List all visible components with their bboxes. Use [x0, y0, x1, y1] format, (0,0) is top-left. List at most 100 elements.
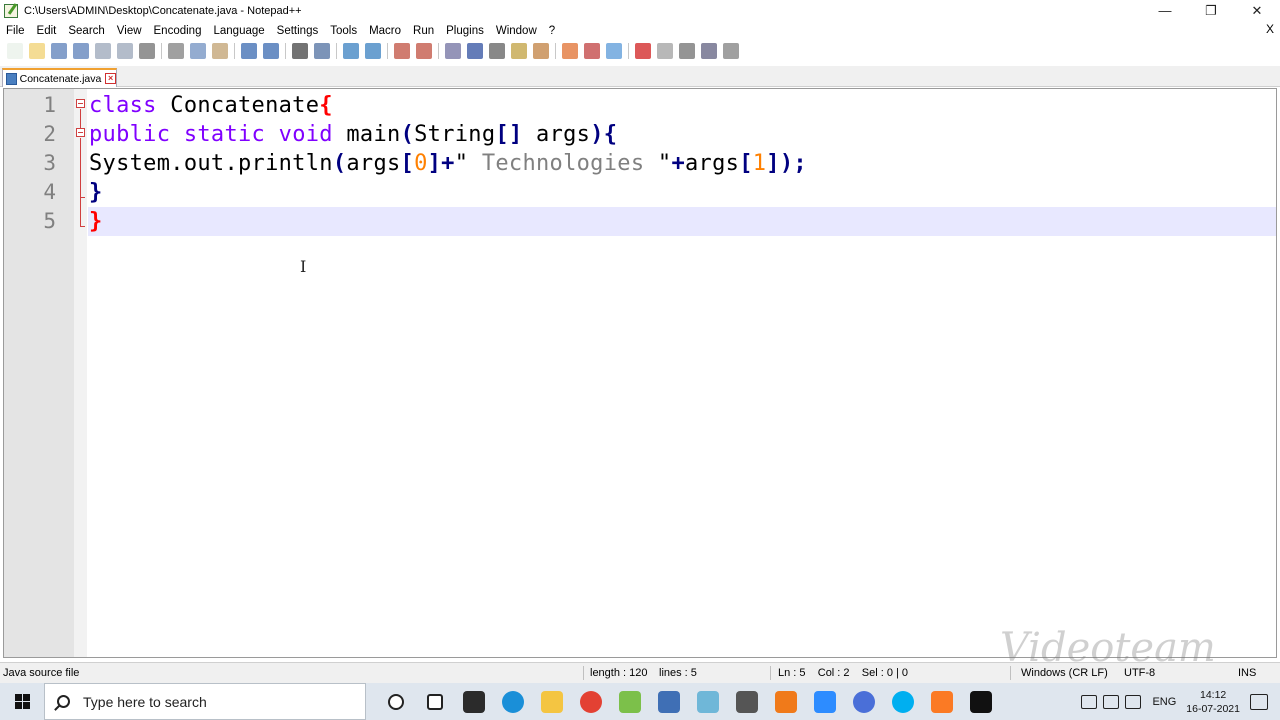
code-text: class Concatenate{	[89, 91, 333, 120]
sync-vertical-icon[interactable]	[394, 43, 410, 59]
menu-edit[interactable]: Edit	[31, 25, 63, 37]
code-line[interactable]: class Concatenate{	[4, 91, 1276, 120]
status-position: Ln : 5 Col : 2 Sel : 0 | 0	[778, 667, 909, 679]
app-taskbar-button[interactable]	[688, 683, 727, 720]
notepad-plus-plus-logo-icon	[4, 3, 18, 18]
menu-encoding[interactable]: Encoding	[148, 25, 208, 37]
code-token: }	[89, 209, 103, 234]
recorder-taskbar-button[interactable]	[766, 683, 805, 720]
xampp-taskbar-button[interactable]	[922, 683, 961, 720]
edge-taskbar-button[interactable]	[493, 683, 532, 720]
run-macro-multiple-icon[interactable]	[701, 43, 717, 59]
new-file-icon[interactable]	[7, 43, 23, 59]
save-icon[interactable]	[51, 43, 67, 59]
widgets-icon	[426, 693, 443, 710]
tray-volume-icon[interactable]	[1125, 694, 1142, 709]
tray-language[interactable]: ENG	[1152, 696, 1176, 708]
code-token: {	[319, 93, 333, 118]
code-line[interactable]: public static void main(String[] args){	[4, 120, 1276, 149]
tray-network-icon[interactable]	[1081, 694, 1098, 709]
menu-macro[interactable]: Macro	[363, 25, 407, 37]
show-all-chars-icon[interactable]	[467, 43, 483, 59]
task-view-taskbar-button[interactable]	[376, 683, 415, 720]
menu-tools[interactable]: Tools	[324, 25, 363, 37]
zoom-in-icon[interactable]	[343, 43, 359, 59]
menu-settings[interactable]: Settings	[271, 25, 325, 37]
code-token: String	[414, 122, 496, 147]
zoom-taskbar-button[interactable]	[805, 683, 844, 720]
menu-view[interactable]: View	[111, 25, 148, 37]
terminal-taskbar-button[interactable]	[961, 683, 1000, 720]
tab-concatenate-java[interactable]: Concatenate.java ×	[2, 68, 117, 87]
open-file-icon[interactable]	[29, 43, 45, 59]
camera-taskbar-button[interactable]	[727, 683, 766, 720]
minimize-button[interactable]: —	[1142, 0, 1188, 21]
text-cursor-icon: I	[300, 257, 307, 276]
widgets-taskbar-button[interactable]	[415, 683, 454, 720]
notepad-plus-plus-taskbar-button[interactable]	[610, 683, 649, 720]
menu-run[interactable]: Run	[407, 25, 440, 37]
file-explorer-taskbar-button[interactable]	[532, 683, 571, 720]
close-icon[interactable]	[95, 43, 111, 59]
function-list-icon[interactable]	[533, 43, 549, 59]
undo-icon[interactable]	[241, 43, 257, 59]
chrome-taskbar-button[interactable]	[571, 683, 610, 720]
code-token: public	[89, 122, 171, 147]
replace-icon[interactable]	[314, 43, 330, 59]
notification-center-icon[interactable]	[1250, 693, 1268, 710]
code-line[interactable]: }	[4, 178, 1276, 207]
store-taskbar-button[interactable]	[454, 683, 493, 720]
line-number: 3	[43, 151, 56, 175]
stop-record-icon[interactable]	[657, 43, 673, 59]
taskbar-search-box[interactable]: Type here to search	[44, 683, 366, 720]
indent-guide-icon[interactable]	[489, 43, 505, 59]
code-line[interactable]: System.out.println(args[0]+" Technologie…	[4, 149, 1276, 178]
play-macro-icon[interactable]	[679, 43, 695, 59]
fold-toggle-icon[interactable]	[76, 128, 85, 137]
zoom-out-icon[interactable]	[365, 43, 381, 59]
word-wrap-icon[interactable]	[445, 43, 461, 59]
monitor-icon[interactable]	[606, 43, 622, 59]
print-icon[interactable]	[139, 43, 155, 59]
cut-icon[interactable]	[168, 43, 184, 59]
copy-icon[interactable]	[190, 43, 206, 59]
doc-switcher-icon[interactable]	[584, 43, 600, 59]
code-line[interactable]: }	[88, 207, 1276, 236]
find-icon[interactable]	[292, 43, 308, 59]
sync-horizontal-icon[interactable]	[416, 43, 432, 59]
paste-icon[interactable]	[212, 43, 228, 59]
record-macro-icon[interactable]	[635, 43, 651, 59]
code-token: Technologies	[468, 151, 658, 176]
menu-help[interactable]: ?	[543, 25, 561, 37]
menu-window[interactable]: Window	[490, 25, 543, 37]
redo-icon[interactable]	[263, 43, 279, 59]
menu-plugins[interactable]: Plugins	[440, 25, 490, 37]
doc-map-icon[interactable]	[511, 43, 527, 59]
remote-desktop-taskbar-button[interactable]	[649, 683, 688, 720]
menu-search[interactable]: Search	[62, 25, 110, 37]
fold-toggle-icon[interactable]	[76, 99, 85, 108]
save-all-icon[interactable]	[73, 43, 89, 59]
restore-button[interactable]: ❐	[1188, 0, 1234, 21]
toolbar-separator	[285, 43, 286, 59]
skype-taskbar-button[interactable]	[883, 683, 922, 720]
close-window-button[interactable]: ✕	[1234, 0, 1280, 21]
code-editor[interactable]: class Concatenate{public static void mai…	[3, 88, 1277, 658]
save-macro-icon[interactable]	[723, 43, 739, 59]
start-button[interactable]	[0, 683, 44, 720]
tray-clock[interactable]: 14:12 16-07-2021	[1186, 688, 1240, 716]
status-divider	[770, 666, 771, 680]
close-document-button[interactable]: X	[1266, 22, 1274, 36]
folder-workspace-icon[interactable]	[562, 43, 578, 59]
line-number: 4	[43, 180, 56, 204]
menu-file[interactable]: File	[0, 25, 31, 37]
toolbar-separator	[438, 43, 439, 59]
circle-app-taskbar-button[interactable]	[844, 683, 883, 720]
menu-language[interactable]: Language	[207, 25, 270, 37]
close-tab-icon[interactable]: ×	[105, 73, 116, 84]
window-controls: — ❐ ✕	[1142, 0, 1280, 21]
fold-end-marker	[80, 197, 85, 198]
tray-battery-icon[interactable]	[1103, 694, 1120, 709]
system-tray: ENG 14:12 16-07-2021	[1078, 683, 1280, 720]
close-all-icon[interactable]	[117, 43, 133, 59]
